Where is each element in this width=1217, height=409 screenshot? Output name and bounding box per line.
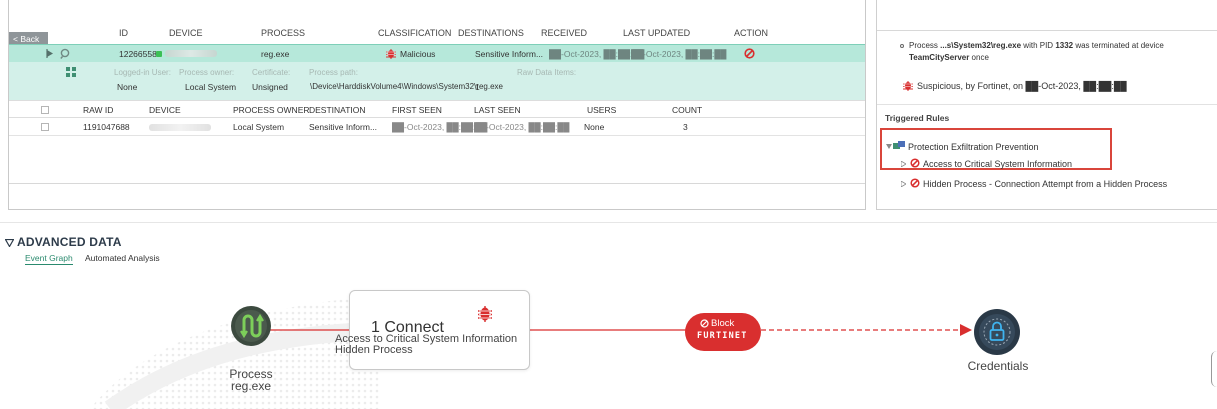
event-classification: Malicious (400, 49, 436, 59)
column-header-classification[interactable]: CLASSIFICATION (378, 28, 451, 38)
column-header-id[interactable]: ID (119, 28, 128, 38)
rule-1-label[interactable]: Access to Critical System Information (923, 159, 1072, 169)
rule-group-label[interactable]: Protection Exfiltration Prevention (908, 142, 1039, 152)
device-name-redacted (165, 50, 217, 57)
lock-icon[interactable] (973, 308, 1021, 356)
column-header-process[interactable]: PROCESS (261, 28, 305, 38)
raw-column-header-process-owner[interactable]: PROCESS OWNER (233, 105, 310, 115)
blocked-rule-icon (910, 178, 920, 188)
raw-device-redacted (149, 124, 211, 131)
side-panel: Process ...s\System32\reg.exe with PID 1… (876, 0, 1217, 210)
raw-last-seen: ██-Oct-2023, ██:██:██ (474, 122, 570, 132)
raw-process-owner: Local System (233, 122, 285, 132)
raw-column-header-users[interactable]: USERS (587, 105, 616, 115)
raw-data-header: RAW ID DEVICE PROCESS OWNER DESTINATION … (9, 100, 865, 118)
column-header-device[interactable]: DEVICE (169, 28, 203, 38)
certificate-value: Unsigned (252, 82, 288, 92)
block-action-icon[interactable] (744, 48, 755, 59)
certificate-label: Certificate: (252, 68, 291, 77)
section-divider (0, 222, 1217, 223)
raw-column-header-device[interactable]: DEVICE (149, 105, 181, 115)
termination-device-line: TeamCityServer once (909, 53, 989, 62)
column-header-destinations[interactable]: DESTINATIONS (458, 28, 524, 38)
expand-arrow-icon[interactable] (46, 49, 54, 58)
triggered-rules-title: Triggered Rules (885, 113, 950, 123)
edge-arrowhead (960, 324, 972, 336)
graph-edges (270, 324, 972, 336)
raw-id: 1191047688 (83, 122, 130, 132)
raw-data-items-value: 1 (475, 82, 480, 92)
raw-row-checkbox[interactable] (41, 123, 49, 131)
process-path-label: Process path: (309, 68, 358, 77)
process-owner-label: Process owner: (179, 68, 235, 77)
fortinet-bug-icon (478, 306, 492, 322)
right-edge-partial (1211, 351, 1217, 387)
rule-2-label[interactable]: Hidden Process - Connection Attempt from… (923, 179, 1167, 189)
logged-in-user-label: Logged-in User: (114, 68, 171, 77)
device-status-icon (156, 51, 162, 57)
chevron-right-icon[interactable] (901, 161, 906, 167)
process-icon[interactable] (230, 305, 272, 347)
tree-icon (66, 67, 76, 77)
rule-group-icon (893, 141, 905, 149)
event-details: Logged-in User: Process owner: Certifica… (9, 62, 865, 100)
event-destinations: Sensitive Inform... (475, 49, 544, 59)
block-node[interactable]: Block FURTINET (685, 313, 761, 351)
process-owner-value: Local System (185, 82, 237, 92)
column-header-received[interactable]: RECEIVED (541, 28, 587, 38)
collapse-triangle-icon[interactable] (886, 144, 892, 149)
side-panel-divider (877, 30, 1217, 31)
raw-column-header-last-seen[interactable]: LAST SEEN (474, 105, 521, 115)
event-row[interactable]: 12266558 reg.exe Malicious Sensitive Inf… (9, 44, 865, 62)
raw-column-header-first-seen[interactable]: FIRST SEEN (392, 105, 442, 115)
suspicious-text: Suspicious, by Fortinet, on ██-Oct-2023,… (917, 81, 1127, 91)
column-header-last-updated[interactable]: LAST UPDATED (623, 28, 690, 38)
termination-message: Process ...s\System32\reg.exe with PID 1… (909, 41, 1164, 50)
logged-in-user-value: None (117, 82, 138, 92)
raw-column-header-raw-id[interactable]: RAW ID (83, 105, 113, 115)
event-last-updated: ██-Oct-2023, ██:██:██ (631, 49, 727, 59)
termination-pid: 1332 (1055, 41, 1074, 50)
select-all-checkbox[interactable] (41, 106, 49, 114)
raw-column-header-destination[interactable]: DESTINATION (309, 105, 366, 115)
block-label: Block (711, 318, 735, 329)
fortinet-bug-icon (903, 81, 913, 91)
fortinet-logo: FURTINET (697, 331, 748, 341)
termination-once: once (969, 53, 989, 62)
termination-path: ...s\System32\reg.exe (940, 41, 1022, 50)
termination-mid: with PID (1021, 41, 1056, 50)
raw-data-row[interactable]: 1191047688 Local System Sensitive Inform… (9, 118, 865, 136)
process-node-name: reg.exe (230, 379, 272, 393)
raw-users: None (584, 122, 605, 132)
bullet-icon (900, 44, 904, 48)
event-process: reg.exe (261, 49, 290, 59)
raw-column-header-count[interactable]: COUNT (672, 105, 702, 115)
blocked-rule-icon (910, 158, 920, 168)
collapse-triangle-icon[interactable] (5, 239, 14, 247)
events-panel: < Back ID DEVICE PROCESS CLASSIFICATION … (8, 0, 866, 210)
tab-automated-analysis[interactable]: Automated Analysis (85, 253, 160, 263)
chevron-right-icon[interactable] (901, 181, 906, 187)
pin-icon[interactable] (60, 48, 70, 59)
event-graph-canvas[interactable] (0, 266, 1217, 409)
termination-device: TeamCityServer (909, 53, 970, 62)
termination-suffix: was terminated at device (1073, 41, 1164, 50)
event-id: 12266558 (119, 49, 157, 59)
advanced-data-title[interactable]: ADVANCED DATA (17, 235, 122, 249)
raw-count: 3 (683, 122, 688, 132)
panel-divider (9, 183, 865, 184)
column-header-action[interactable]: ACTION (734, 28, 768, 38)
tab-event-graph[interactable]: Event Graph (25, 253, 73, 265)
credentials-node-label: Credentials (967, 359, 1029, 373)
raw-data-items-label: Raw Data Items: (517, 68, 577, 77)
side-panel-separator (877, 104, 1217, 105)
block-icon (700, 319, 709, 328)
connect-rule-2: Hidden Process (335, 344, 413, 356)
raw-destination: Sensitive Inform... (309, 122, 378, 132)
connect-event-box[interactable]: 1 Connect Access to Critical System Info… (335, 290, 530, 370)
termination-prefix: Process (909, 41, 941, 50)
malicious-bug-icon (386, 49, 396, 59)
